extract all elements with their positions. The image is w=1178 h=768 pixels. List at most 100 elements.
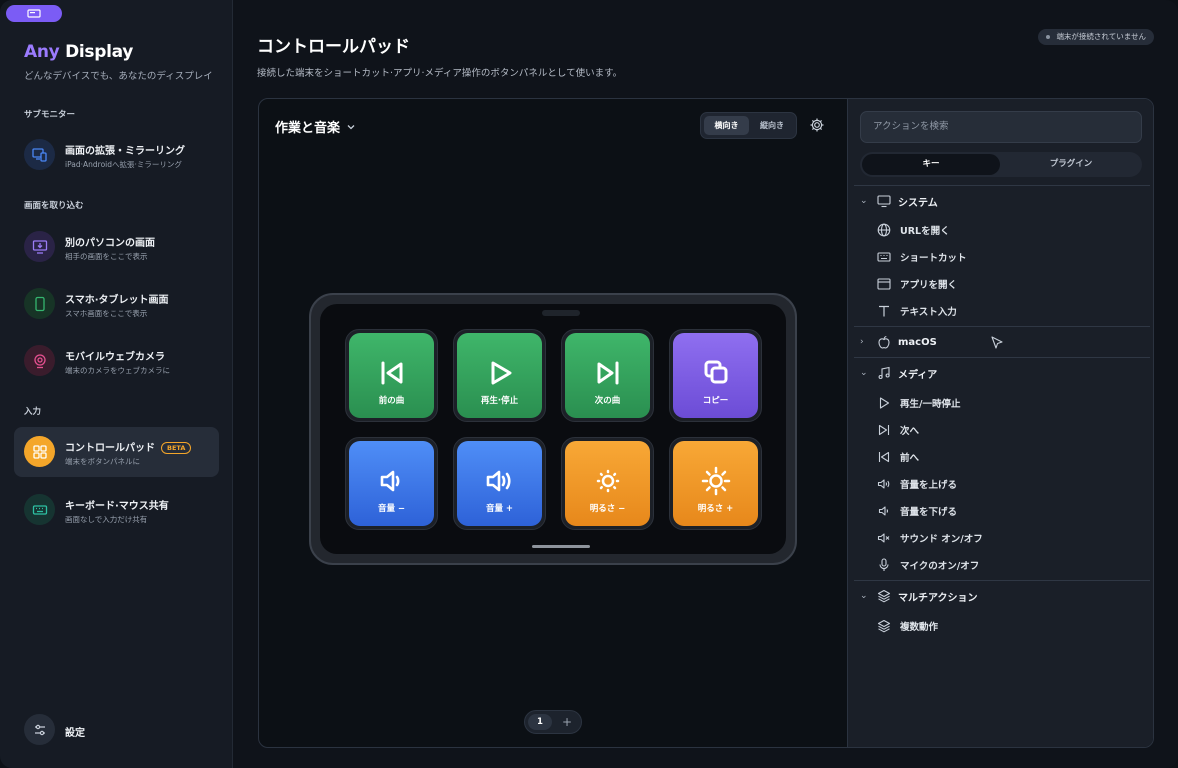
pad-key-previous[interactable]: 前の曲: [345, 329, 438, 422]
action-label: URLを開く: [900, 226, 950, 237]
orientation-landscape-button[interactable]: 横向き: [704, 116, 749, 135]
monitor-icon: [876, 193, 892, 209]
key-label: 次の曲: [594, 396, 621, 406]
nav-subtitle: 相手の画面をここで表示: [65, 252, 148, 261]
monitor-tablet-icon: [24, 139, 55, 170]
category-label: メディア: [898, 369, 938, 381]
profile-selector[interactable]: 作業と音楽: [275, 117, 356, 136]
action-text-input[interactable]: テキスト入力: [876, 302, 957, 320]
page-1-button[interactable]: 1: [528, 714, 552, 730]
chevron-right-icon: ›: [860, 337, 864, 347]
brightness-down-icon: [596, 469, 619, 492]
nav-title: モバイルウェブカメラ: [65, 352, 165, 363]
next-track-icon: [876, 422, 892, 438]
screen-icon: [27, 8, 41, 18]
mouse-cursor-icon: [990, 336, 1004, 350]
pad-key-brightness-up[interactable]: 明るさ +: [669, 437, 762, 530]
nav-subtitle: スマホ画面をここで表示: [65, 309, 148, 318]
action-search-input[interactable]: アクションを検索: [860, 111, 1142, 143]
nav-title: 画面の拡張・ミラーリング: [65, 146, 185, 157]
beta-badge: BETA: [161, 442, 192, 454]
control-pad-panel: 作業と音楽 横向き 縦向き 前の曲 再生·停止 次の曲 コピー 音量 − 音量 …: [258, 98, 1154, 748]
category-label: システム: [898, 197, 938, 209]
chevron-down-icon: ⌄: [860, 196, 868, 206]
nav-subtitle: 端末をボタンパネルに: [65, 457, 140, 466]
category-system[interactable]: ⌄ システム: [860, 191, 1140, 211]
volume-down-icon: [876, 503, 892, 519]
window-control-pill[interactable]: [6, 5, 62, 22]
key-label: 明るさ +: [697, 504, 734, 514]
pad-key-play-pause[interactable]: 再生·停止: [453, 329, 546, 422]
action-open-url[interactable]: URLを開く: [876, 221, 950, 239]
sidebar-item-keyboard-mouse[interactable]: キーボード·マウス共有 画面なしで入力だけ共有: [14, 485, 219, 535]
action-label: 次へ: [900, 426, 920, 437]
copy-icon: [704, 360, 727, 383]
main-content: コントロールパッド 接続した端末をショートカット·アプリ·メディア操作のボタンパ…: [233, 0, 1178, 768]
apple-icon: [876, 334, 892, 350]
action-play-pause[interactable]: 再生/一時停止: [876, 394, 960, 412]
sidebar-item-phone-tablet[interactable]: スマホ·タブレット画面 スマホ画面をここで表示: [14, 279, 219, 329]
key-label: 前の曲: [378, 396, 405, 406]
device-screen: 前の曲 再生·停止 次の曲 コピー 音量 − 音量 + 明るさ − 明るさ +: [320, 304, 786, 554]
page-title: コントロールパッド: [257, 37, 410, 57]
app-window-icon: [876, 276, 892, 292]
desktop-download-icon: [24, 231, 55, 262]
app-logo: Any Display: [24, 42, 134, 62]
key-label: 音量 +: [485, 504, 514, 514]
action-open-app[interactable]: アプリを開く: [876, 275, 957, 293]
webcam-icon: [24, 345, 55, 376]
category-multi-action[interactable]: ⌄ マルチアクション: [860, 586, 1140, 606]
action-previous[interactable]: 前へ: [876, 448, 919, 466]
sliders-icon: [24, 714, 55, 745]
action-label: テキスト入力: [900, 307, 957, 318]
key-label: 再生·停止: [480, 396, 519, 406]
gear-icon[interactable]: [809, 117, 825, 133]
action-shortcut[interactable]: ショートカット: [876, 248, 967, 266]
page-description: 接続した端末をショートカット·アプリ·メディア操作のボタンパネルとして使います。: [257, 68, 623, 79]
play-icon: [491, 361, 511, 384]
tab-plugins[interactable]: プラグイン: [1002, 154, 1140, 175]
app-tagline: どんなデバイスでも、あなたのディスプレイ: [24, 71, 213, 82]
chevron-down-icon: ⌄: [860, 591, 868, 601]
action-mic-toggle[interactable]: マイクのオン/オフ: [876, 556, 979, 574]
category-media[interactable]: ⌄ メディア: [860, 363, 1140, 383]
pad-key-copy[interactable]: コピー: [669, 329, 762, 422]
pad-editor: 作業と音楽 横向き 縦向き 前の曲 再生·停止 次の曲 コピー 音量 − 音量 …: [259, 99, 847, 747]
action-volume-up[interactable]: 音量を上げる: [876, 475, 957, 493]
add-page-button[interactable]: +: [559, 714, 575, 730]
pad-key-volume-up[interactable]: 音量 +: [453, 437, 546, 530]
nav-subtitle: 端末のカメラをウェブカメラに: [65, 366, 170, 375]
key-label: コピー: [702, 396, 729, 406]
sidebar-item-control-pad[interactable]: コントロールパッド BETA 端末をボタンパネルに: [14, 427, 219, 477]
orientation-portrait-button[interactable]: 縦向き: [751, 116, 793, 135]
action-volume-down[interactable]: 音量を下げる: [876, 502, 957, 520]
sidebar-item-other-pc[interactable]: 別のパソコンの画面 相手の画面をここで表示: [14, 222, 219, 272]
pad-key-brightness-down[interactable]: 明るさ −: [561, 437, 654, 530]
settings-button[interactable]: 設定: [24, 714, 229, 746]
action-label: 複数動作: [900, 622, 939, 633]
nav-subtitle: iPad·Androidへ拡張·ミラーリング: [65, 160, 182, 169]
action-next[interactable]: 次へ: [876, 421, 919, 439]
action-sound-toggle[interactable]: サウンド オン/オフ: [876, 529, 983, 547]
sidebar-item-extend-mirror[interactable]: 画面の拡張・ミラーリング iPad·Androidへ拡張·ミラーリング: [14, 130, 219, 180]
globe-icon: [876, 222, 892, 238]
phone-icon: [24, 288, 55, 319]
nav-title: キーボード·マウス共有: [65, 501, 169, 512]
action-label: ショートカット: [900, 253, 967, 264]
action-multiple[interactable]: 複数動作: [876, 617, 938, 635]
sidebar: Any Display どんなデバイスでも、あなたのディスプレイ サブモニター …: [0, 0, 233, 768]
section-label-capture: 画面を取り込む: [24, 201, 84, 211]
divider: [854, 357, 1150, 358]
divider: [854, 580, 1150, 581]
pad-key-volume-down[interactable]: 音量 −: [345, 437, 438, 530]
sidebar-item-webcam[interactable]: モバイルウェブカメラ 端末のカメラをウェブカメラに: [14, 336, 219, 386]
device-home-indicator: [532, 545, 590, 548]
connection-status-badge: 端末が接続されていません: [1038, 29, 1154, 45]
page-switcher: 1 +: [524, 710, 582, 734]
tab-keys[interactable]: キー: [862, 154, 1000, 175]
nav-title: 別のパソコンの画面: [65, 238, 155, 249]
pad-key-next[interactable]: 次の曲: [561, 329, 654, 422]
action-label: マイクのオン/オフ: [900, 561, 980, 572]
keyboard-icon: [24, 494, 55, 525]
layers-icon: [876, 618, 892, 634]
